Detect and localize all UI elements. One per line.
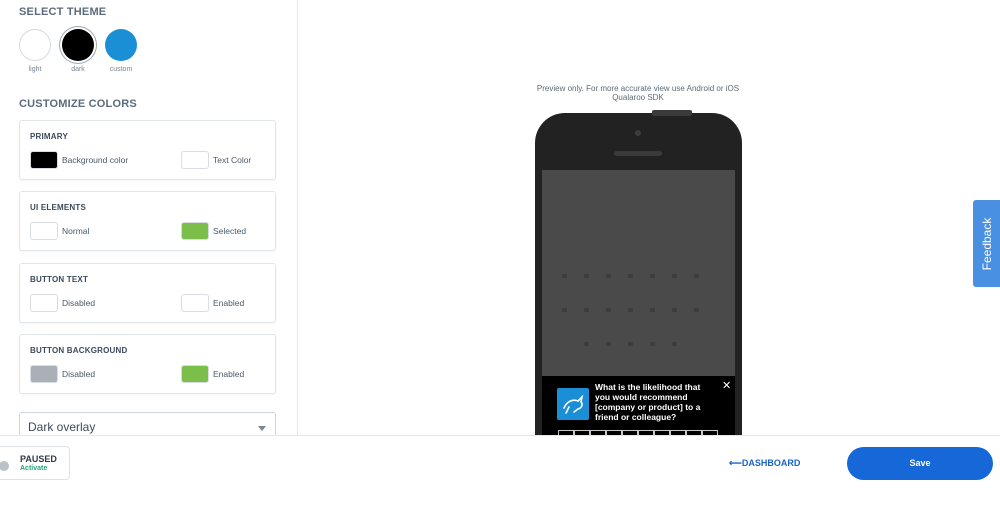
button-bg-disabled-picker[interactable]: Disabled [30, 365, 95, 383]
customize-colors-heading: CUSTOMIZE COLORS [19, 98, 137, 110]
theme-swatch-dark[interactable] [62, 29, 94, 61]
calendar-dot [584, 274, 589, 278]
color-swatch[interactable] [30, 222, 58, 240]
phone-camera-icon [635, 130, 641, 136]
color-swatch[interactable] [181, 365, 209, 383]
calendar-dot [672, 308, 677, 312]
color-swatch[interactable] [30, 294, 58, 312]
button-bg-enabled-picker[interactable]: Enabled [181, 365, 244, 383]
calendar-dot [562, 274, 567, 278]
survey-theme-editor: SELECT THEME light dark custom CUSTOMIZE… [0, 0, 1000, 516]
swatch-label: Text Color [213, 155, 252, 165]
selected-color-picker[interactable]: Selected [181, 222, 246, 240]
color-card-button-background: BUTTON BACKGROUND Disabled Enabled [19, 334, 276, 394]
theme-label-light: light [28, 66, 42, 73]
calendar-dot [606, 342, 611, 346]
color-swatch[interactable] [30, 365, 58, 383]
calendar-dot [562, 308, 567, 312]
pause-status-icon [0, 461, 9, 471]
card-title: BUTTON BACKGROUND [30, 346, 128, 355]
dashboard-link[interactable]: ⟵DASHBOARD [729, 458, 800, 469]
card-title: UI ELEMENTS [30, 203, 86, 212]
status-toggle[interactable]: PAUSED Activate [0, 446, 70, 480]
kangaroo-logo-icon [557, 388, 589, 420]
calendar-dot [650, 308, 655, 312]
theme-label-dark: dark [71, 66, 85, 73]
card-title: PRIMARY [30, 132, 68, 141]
survey-prompt: What is the likelihood that you would re… [542, 376, 735, 443]
calendar-dot [694, 308, 699, 312]
color-card-ui-elements: UI ELEMENTS Normal Selected [19, 191, 276, 251]
close-icon[interactable]: ✕ [722, 379, 731, 392]
theme-label-custom: custom [109, 66, 133, 73]
button-text-enabled-picker[interactable]: Enabled [181, 294, 244, 312]
theme-settings-panel: SELECT THEME light dark custom CUSTOMIZE… [0, 0, 298, 436]
color-swatch[interactable] [181, 151, 209, 169]
phone-speaker-icon [614, 151, 662, 156]
calendar-dot [584, 308, 589, 312]
phone-preview: What is the likelihood that you would re… [535, 113, 742, 443]
background-color-picker[interactable]: Background color [30, 151, 128, 169]
calendar-dot [628, 308, 633, 312]
normal-color-picker[interactable]: Normal [30, 222, 89, 240]
calendar-dot [650, 342, 655, 346]
calendar-dot [694, 274, 699, 278]
activate-link[interactable]: Activate [20, 465, 47, 472]
feedback-tab[interactable]: Feedback [973, 200, 1000, 287]
theme-option-custom[interactable]: custom [104, 29, 138, 73]
calendar-dot [628, 342, 633, 346]
calendar-dot [584, 342, 589, 346]
swatch-label: Enabled [213, 298, 245, 308]
theme-option-light[interactable]: light [18, 29, 52, 73]
theme-swatch-light[interactable] [19, 29, 51, 61]
swatch-label: Disabled [62, 298, 96, 308]
survey-question: What is the likelihood that you would re… [595, 382, 701, 422]
feedback-tab-label: Feedback [979, 217, 994, 270]
calendar-dot [606, 274, 611, 278]
calendar-dot [628, 274, 633, 278]
card-title: BUTTON TEXT [30, 275, 89, 284]
color-swatch[interactable] [181, 294, 209, 312]
calendar-dot [672, 342, 677, 346]
footer-bar: PAUSED Activate ⟵DASHBOARD Save [0, 435, 1000, 516]
calendar-dot [672, 274, 677, 278]
color-swatch[interactable] [30, 151, 58, 169]
chevron-down-icon [258, 426, 266, 431]
text-color-picker[interactable]: Text Color [181, 151, 251, 169]
color-card-primary: PRIMARY Background color Text Color [19, 120, 276, 180]
swatch-label: Normal [62, 226, 90, 236]
phone-screen: What is the likelihood that you would re… [542, 170, 735, 443]
select-theme-heading: SELECT THEME [19, 6, 107, 18]
overlay-select-value: Dark overlay [28, 420, 96, 434]
button-text-disabled-picker[interactable]: Disabled [30, 294, 95, 312]
swatch-label: Background color [62, 155, 129, 165]
overlay-select[interactable]: Dark overlay [19, 412, 276, 436]
color-swatch[interactable] [181, 222, 209, 240]
swatch-label: Enabled [213, 369, 245, 379]
calendar-dot [606, 308, 611, 312]
swatch-label: Disabled [62, 369, 96, 379]
phone-side-button [652, 110, 692, 116]
swatch-label: Selected [213, 226, 247, 236]
color-card-button-text: BUTTON TEXT Disabled Enabled [19, 263, 276, 323]
calendar-dot [650, 274, 655, 278]
preview-note: Preview only. For more accurate view use… [536, 84, 740, 102]
status-title: PAUSED [20, 454, 57, 464]
theme-swatch-custom[interactable] [105, 29, 137, 61]
save-button[interactable]: Save [847, 447, 993, 480]
theme-option-dark[interactable]: dark [61, 29, 95, 73]
